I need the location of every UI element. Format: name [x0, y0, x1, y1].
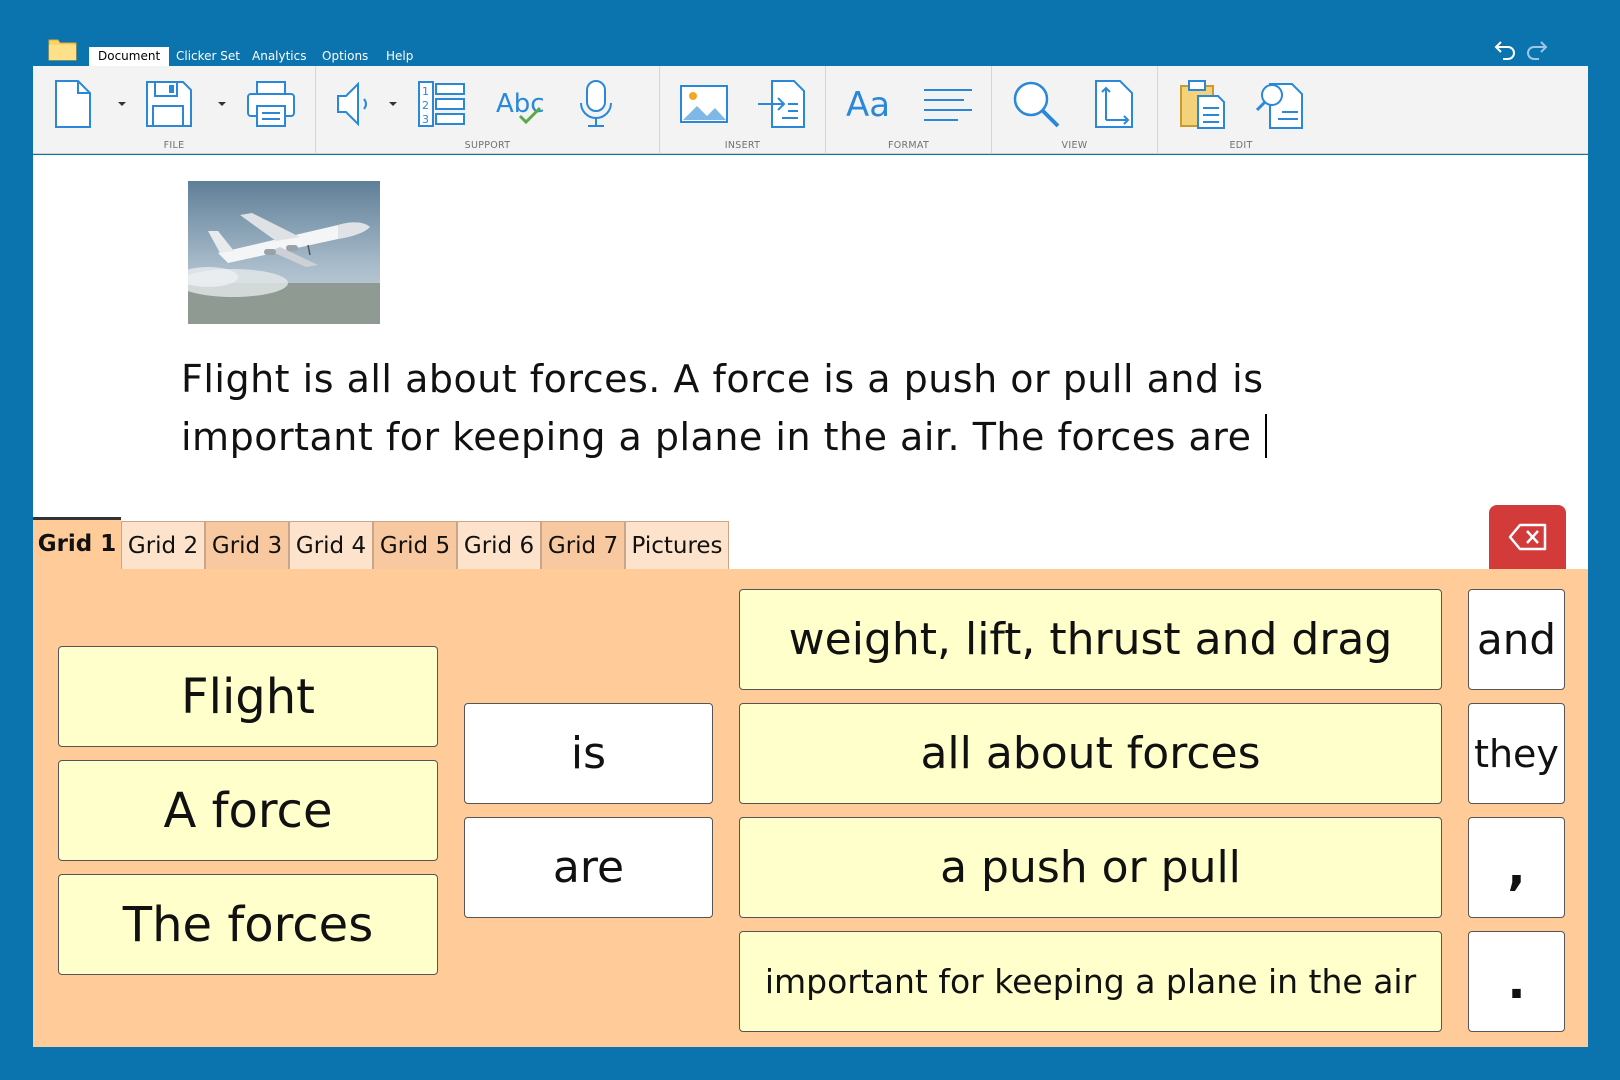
new-dropdown-icon[interactable] [117, 100, 127, 108]
tab-grid-2[interactable]: Grid 2 [121, 521, 205, 569]
tab-grid-1[interactable]: Grid 1 [33, 517, 121, 569]
delete-button[interactable] [1489, 505, 1566, 569]
svg-text:2: 2 [422, 99, 429, 112]
ribbon-group-edit: EDIT [1158, 66, 1324, 154]
cell-the-forces[interactable]: The forces [58, 874, 438, 975]
svg-text:1: 1 [422, 85, 429, 98]
cell-comma[interactable]: , [1468, 817, 1565, 918]
font-button[interactable]: Aa [844, 78, 896, 130]
tab-grid-6[interactable]: Grid 6 [457, 521, 541, 569]
ribbon-group-view: VIEW [992, 66, 1158, 154]
undo-icon[interactable] [1493, 36, 1519, 62]
cell-and[interactable]: and [1468, 589, 1565, 690]
document-text-line-2: important for keeping a plane in the air… [181, 408, 1281, 466]
ribbon-group-insert: INSERT [660, 66, 826, 154]
insert-document-button[interactable] [756, 78, 808, 130]
clicker-grid: Flight A force The forces is are weight,… [33, 569, 1588, 1047]
grid-tabs: Grid 1 Grid 2 Grid 3 Grid 4 Grid 5 Grid … [33, 505, 1588, 569]
cell-a-force[interactable]: A force [58, 760, 438, 861]
page-layout-icon [1095, 80, 1133, 128]
cell-they[interactable]: they [1468, 703, 1565, 804]
svg-text:Abc: Abc [496, 89, 545, 119]
page-layout-button[interactable] [1088, 78, 1140, 130]
cell-are[interactable]: are [464, 817, 713, 918]
print-icon [247, 81, 295, 127]
print-button[interactable] [245, 78, 297, 130]
insert-picture-button[interactable] [678, 78, 730, 130]
tab-grid-7[interactable]: Grid 7 [541, 521, 625, 569]
airplane-image [188, 181, 380, 324]
speech-dropdown-icon[interactable] [388, 100, 398, 108]
word-predictor-button[interactable]: 1 2 3 [416, 78, 468, 130]
ribbon-label-format: FORMAT [887, 140, 930, 151]
menu-tab-options[interactable]: Options [313, 47, 377, 66]
tab-pictures[interactable]: Pictures [625, 521, 729, 569]
tab-grid-3[interactable]: Grid 3 [205, 521, 289, 569]
find-replace-button[interactable] [1254, 78, 1306, 130]
new-document-icon [55, 80, 91, 128]
cell-a-push-or-pull[interactable]: a push or pull [739, 817, 1442, 918]
speech-button[interactable] [328, 78, 380, 130]
zoom-button[interactable] [1010, 78, 1062, 130]
spell-check-button[interactable]: Abc [494, 78, 546, 130]
menu-tab-help[interactable]: Help [377, 47, 422, 66]
align-icon [924, 89, 972, 121]
ribbon-group-file: FILE [33, 66, 316, 154]
cell-flight[interactable]: Flight [58, 646, 438, 747]
tab-grid-5[interactable]: Grid 5 [373, 521, 457, 569]
cell-is[interactable]: is [464, 703, 713, 804]
tab-grid-4[interactable]: Grid 4 [289, 521, 373, 569]
magnifier-icon [1013, 81, 1060, 128]
document-text-line-2-content: important for keeping a plane in the air… [181, 415, 1252, 459]
cell-important-for-keeping[interactable]: important for keeping a plane in the air [739, 931, 1442, 1032]
svg-text:3: 3 [422, 113, 429, 126]
folder-icon[interactable] [48, 37, 77, 61]
find-document-icon [1255, 83, 1303, 129]
spell-check-icon: Abc [496, 89, 545, 125]
insert-document-icon [758, 80, 805, 128]
paragraph-button[interactable] [922, 78, 974, 130]
save-dropdown-icon[interactable] [217, 100, 227, 108]
menu-tab-document[interactable]: Document [89, 47, 170, 66]
ribbon-group-format: Aa FORMAT [826, 66, 992, 154]
ribbon-group-support: 1 2 3 Abc SUPPORT [316, 66, 660, 154]
airplane-picture[interactable] [188, 181, 380, 324]
backspace-icon [1508, 523, 1546, 551]
paste-button[interactable] [1176, 78, 1228, 130]
menu-tab-analytics[interactable]: Analytics [243, 47, 316, 66]
ribbon-label-support: SUPPORT [464, 140, 511, 151]
new-document-button[interactable] [47, 78, 99, 130]
save-button[interactable] [143, 78, 195, 130]
ribbon-label-file: FILE [163, 140, 185, 151]
ribbon-label-view: VIEW [1061, 140, 1088, 151]
microphone-icon [580, 80, 612, 127]
speaker-icon [337, 81, 367, 127]
picture-icon [680, 85, 728, 123]
svg-text:Aa: Aa [846, 85, 890, 125]
text-cursor [1265, 414, 1268, 458]
font-icon: Aa [846, 85, 890, 125]
redo-icon[interactable] [1523, 36, 1549, 62]
ribbon-label-edit: EDIT [1229, 140, 1253, 151]
document-text-line-1: Flight is all about forces. A force is a… [181, 357, 1264, 401]
cell-all-about-forces[interactable]: all about forces [739, 703, 1442, 804]
cell-full-stop[interactable]: . [1468, 931, 1565, 1032]
cell-weight-lift-thrust-drag[interactable]: weight, lift, thrust and drag [739, 589, 1442, 690]
menu-tab-clicker-set[interactable]: Clicker Set [167, 47, 249, 66]
ribbon: FILE 1 2 3 Abc SUPPORT INSERT Aa FORMAT … [33, 66, 1588, 154]
voice-notes-button[interactable] [570, 78, 622, 130]
numbered-list-icon: 1 2 3 [418, 81, 465, 127]
menu-bar: Document Clicker Set Analytics Options H… [33, 33, 1588, 66]
document-text[interactable]: Flight is all about forces. A force is a… [181, 350, 1281, 466]
ribbon-label-insert: INSERT [724, 140, 761, 151]
document-area[interactable]: Flight is all about forces. A force is a… [33, 155, 1588, 517]
clipboard-icon [1180, 80, 1225, 129]
save-icon [146, 81, 192, 127]
